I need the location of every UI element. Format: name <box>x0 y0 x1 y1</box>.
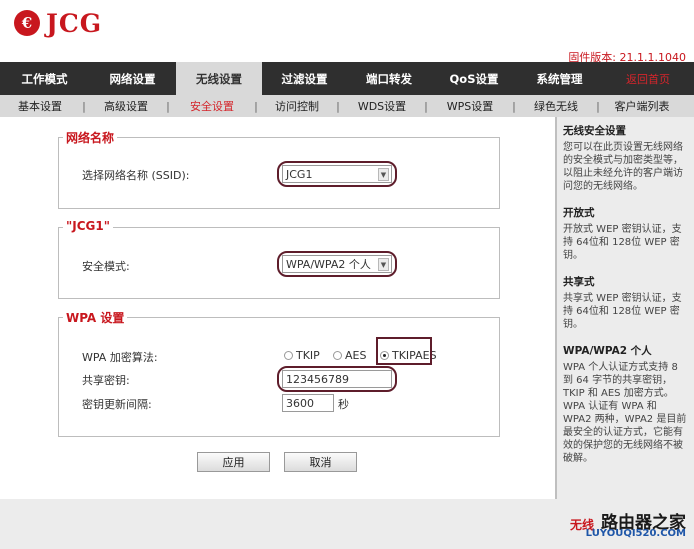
help-section: 共享式 共享式 WEP 密钥认证，支持 64位和 128位 WEP 密钥。 <box>563 276 688 331</box>
network-name-legend: 网络名称 <box>63 129 118 146</box>
help-title: 无线安全设置 <box>563 125 626 137</box>
help-section: 开放式 开放式 WEP 密钥认证，支持 64位和 128位 WEP 密钥。 <box>563 207 688 262</box>
help-section: 无线安全设置 您可以在此页设置无线网络的安全模式与加密类型等，以阻止未经允许的客… <box>563 125 688 193</box>
nav-return-home[interactable]: 返回首页 <box>602 62 694 95</box>
nav-work-mode[interactable]: 工作模式 <box>0 62 89 95</box>
divider: | <box>254 99 258 113</box>
divider: | <box>336 99 340 113</box>
ssid-select-value: JCG1 <box>286 167 313 181</box>
subnav-wps-settings[interactable]: WPS设置 <box>430 95 510 117</box>
brand-logo: € JCG <box>14 8 102 38</box>
wpa-algorithm-label: WPA 加密算法: <box>82 351 158 364</box>
radio-tkip[interactable]: TKIP <box>284 349 320 362</box>
help-body: 开放式 WEP 密钥认证，支持 64位和 128位 WEP 密钥。 <box>563 224 682 261</box>
help-title: WPA/WPA2 个人 <box>563 345 652 357</box>
main-content: 网络名称 选择网络名称 (SSID): JCG1 ▼ "JCG1" 安全模式: … <box>0 117 555 499</box>
security-mode-select[interactable]: WPA/WPA2 个人 ▼ <box>282 255 392 273</box>
nav-system-management[interactable]: 系统管理 <box>517 62 602 95</box>
logo-icon: € <box>14 10 40 36</box>
apply-button[interactable]: 应用 <box>197 452 270 472</box>
ssid-select[interactable]: JCG1 ▼ <box>282 165 392 183</box>
help-title: 开放式 <box>563 207 595 219</box>
subnav-client-list[interactable]: 客户端列表 <box>602 95 682 117</box>
subnav-access-control[interactable]: 访问控制 <box>260 95 334 117</box>
help-panel: 无线安全设置 您可以在此页设置无线网络的安全模式与加密类型等，以阻止未经允许的客… <box>555 117 694 499</box>
jcg1-legend: "JCG1" <box>63 219 113 233</box>
nav-network-settings[interactable]: 网络设置 <box>89 62 176 95</box>
radio-aes[interactable]: AES <box>333 349 366 362</box>
radio-tkip-label: TKIP <box>296 349 320 362</box>
shared-key-input[interactable]: 123456789 <box>282 370 392 388</box>
help-body: 共享式 WEP 密钥认证，支持 64位和 128位 WEP 密钥。 <box>563 293 682 330</box>
subnav-advanced-settings[interactable]: 高级设置 <box>88 95 164 117</box>
subnav-green-wireless[interactable]: 绿色无线 <box>518 95 594 117</box>
divider: | <box>166 99 170 113</box>
main-nav: 工作模式 网络设置 无线设置 过滤设置 端口转发 QoS设置 系统管理 返回首页 <box>0 62 694 95</box>
nav-wireless-settings[interactable]: 无线设置 <box>176 62 262 95</box>
divider: | <box>596 99 600 113</box>
radio-dot <box>333 351 342 360</box>
highlight-box <box>376 337 432 365</box>
help-body: 您可以在此页设置无线网络的安全模式与加密类型等，以阻止未经允许的客户端访问您的无… <box>563 142 683 192</box>
shared-key-label: 共享密钥: <box>82 374 130 387</box>
key-interval-input[interactable]: 3600 <box>282 394 334 412</box>
watermark-url: LUYOUQI520.COM <box>585 528 686 539</box>
divider: | <box>512 99 516 113</box>
ssid-label: 选择网络名称 (SSID): <box>82 169 190 182</box>
nav-port-forwarding[interactable]: 端口转发 <box>347 62 431 95</box>
key-interval-unit: 秒 <box>338 398 349 411</box>
divider: | <box>424 99 428 113</box>
security-mode-value: WPA/WPA2 个人 <box>286 258 371 271</box>
key-interval-label: 密钥更新间隔: <box>82 398 152 411</box>
security-mode-label: 安全模式: <box>82 260 130 273</box>
divider: | <box>82 99 86 113</box>
wpa-legend: WPA 设置 <box>63 309 128 326</box>
help-section: WPA/WPA2 个人 WPA 个人认证方式支持 8 到 64 字节的共享密钥，… <box>563 345 688 465</box>
subnav-basic-settings[interactable]: 基本设置 <box>0 95 80 117</box>
chevron-down-icon: ▼ <box>378 258 389 271</box>
cancel-button[interactable]: 取消 <box>284 452 357 472</box>
nav-qos-settings[interactable]: QoS设置 <box>431 62 517 95</box>
sub-nav: 基本设置 | 高级设置 | 安全设置 | 访问控制 | WDS设置 | WPS设… <box>0 95 694 117</box>
subnav-wds-settings[interactable]: WDS设置 <box>342 95 422 117</box>
radio-aes-label: AES <box>345 349 367 362</box>
radio-dot <box>284 351 293 360</box>
chevron-down-icon: ▼ <box>378 168 389 181</box>
subnav-security-settings[interactable]: 安全设置 <box>172 95 252 117</box>
help-body: WPA 个人认证方式支持 8 到 64 字节的共享密钥，TKIP 和 AES 加… <box>563 362 687 464</box>
help-title: 共享式 <box>563 276 595 288</box>
nav-filter-settings[interactable]: 过滤设置 <box>262 62 347 95</box>
brand-name: JCG <box>46 8 103 38</box>
